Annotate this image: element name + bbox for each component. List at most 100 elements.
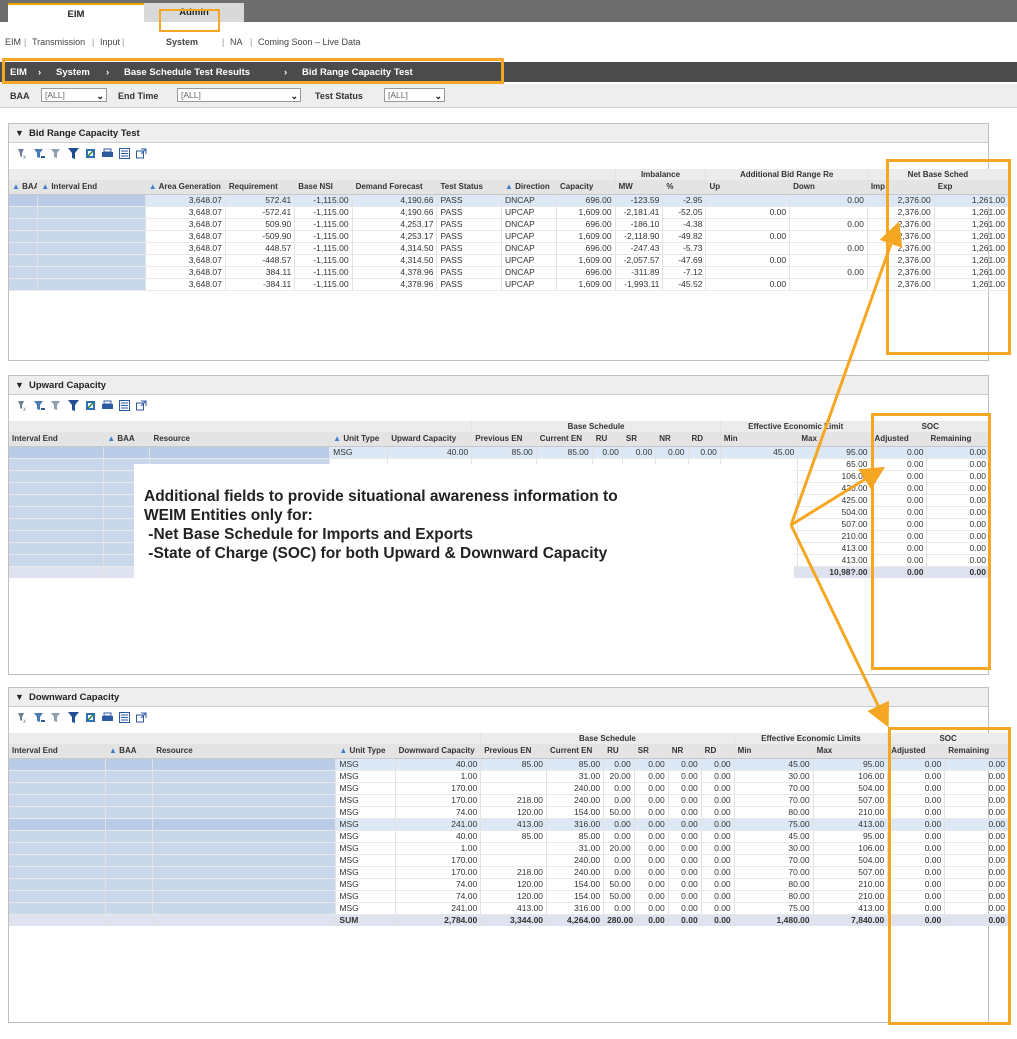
filter-icon[interactable] xyxy=(34,148,45,159)
print-icon[interactable] xyxy=(102,712,113,723)
sort-arrow-icon[interactable]: ▲ xyxy=(149,182,159,191)
print-icon[interactable] xyxy=(102,148,113,159)
print-icon[interactable] xyxy=(102,400,113,411)
column-header-min[interactable]: Min xyxy=(720,432,799,447)
column-header-test-status[interactable]: Test Status xyxy=(436,180,502,195)
column-header-rd[interactable]: RD xyxy=(688,432,721,447)
subnav-input[interactable]: Input xyxy=(100,37,120,47)
table-row[interactable]: 3,648.07 448.57 -1,115.00 4,314.50 PASS DNCAP… xyxy=(9,242,1010,255)
column-header-rd[interactable]: RD xyxy=(701,744,735,759)
filter-icon[interactable] xyxy=(34,712,45,723)
table-row[interactable]: 3,648.07 -509.90 -1,115.00 4,253.17 PASS UPCA… xyxy=(9,230,1010,243)
sort-arrow-icon[interactable]: ▲ xyxy=(12,182,22,191)
column-header-direction[interactable]: ▲ Direction xyxy=(501,180,557,195)
sort-arrow-icon[interactable]: ▲ xyxy=(333,434,343,443)
end-time-filter-select[interactable]: [ALL] ⌄ xyxy=(177,88,301,102)
table-row[interactable]: MSG 74.00 120.00 154.00 50.00 0.00 0.00 0.00 80.… xyxy=(9,890,1009,903)
columns-icon[interactable] xyxy=(119,148,130,159)
column-header-interval-end[interactable]: ▲ Interval End xyxy=(37,180,146,195)
collapse-caret-icon[interactable]: ▼ xyxy=(15,376,24,395)
column-header-previous-en[interactable]: Previous EN xyxy=(480,744,548,759)
column-header-unit-type[interactable]: ▲ Unit Type xyxy=(335,744,396,759)
column-header-current-en[interactable]: Current EN xyxy=(536,432,593,447)
clear-filter-icon[interactable]: x xyxy=(17,712,28,725)
column-header-area-generation[interactable]: ▲ Area Generation xyxy=(145,180,226,195)
column-header--[interactable]: % xyxy=(662,180,707,195)
remove-filter-icon[interactable] xyxy=(51,712,62,723)
column-header-interval-end[interactable]: Interval End xyxy=(9,432,105,447)
clear-filter-icon[interactable]: x xyxy=(17,148,28,161)
subnav-coming-soon[interactable]: Coming Soon – Live Data xyxy=(258,37,361,47)
column-header-ru[interactable]: RU xyxy=(603,744,635,759)
column-header-resource[interactable]: Resource xyxy=(152,744,337,759)
funnel-icon[interactable] xyxy=(68,712,79,723)
bid-range-panel-header[interactable]: ▼ Bid Range Capacity Test xyxy=(9,124,988,143)
table-row[interactable]: 3,648.07 -384.11 -1,115.00 4,378.96 PASS UPCA… xyxy=(9,278,1010,291)
column-header-resource[interactable]: Resource xyxy=(149,432,331,447)
subnav-na[interactable]: NA xyxy=(230,37,243,47)
column-header-upward-capacity[interactable]: Upward Capacity xyxy=(387,432,473,447)
column-header-max[interactable]: Max xyxy=(797,432,872,447)
sort-arrow-icon[interactable]: ▲ xyxy=(107,434,117,443)
table-row[interactable]: MSG 40.00 85.00 85.00 0.00 0.00 0.00 0.00 45.00 9… xyxy=(9,446,990,459)
subnav-eim[interactable]: EIM xyxy=(5,37,21,47)
upward-panel-header[interactable]: ▼ Upward Capacity xyxy=(9,376,988,395)
column-header-mw[interactable]: MW xyxy=(615,180,664,195)
remove-filter-icon[interactable] xyxy=(51,148,62,159)
table-row[interactable]: MSG 170.00 240.00 0.00 0.00 0.00 0.00 70.00 504.… xyxy=(9,854,1009,867)
subnav-system[interactable]: System xyxy=(166,37,198,47)
sort-arrow-icon[interactable]: ▲ xyxy=(339,746,349,755)
clear-filter-icon[interactable]: x xyxy=(17,400,28,413)
table-row[interactable]: 3,648.07 -448.57 -1,115.00 4,314.50 PASS UPCA… xyxy=(9,254,1010,267)
table-row[interactable]: 3,648.07 -572.41 -1,115.00 4,190.66 PASS UPCA… xyxy=(9,206,1010,219)
sort-arrow-icon[interactable]: ▲ xyxy=(505,182,515,191)
table-row[interactable]: 3,648.07 384.11 -1,115.00 4,378.96 PASS DNCAP… xyxy=(9,266,1010,279)
column-header-ru[interactable]: RU xyxy=(592,432,623,447)
column-header-capacity[interactable]: Capacity xyxy=(556,180,616,195)
table-row[interactable]: MSG 170.00 240.00 0.00 0.00 0.00 0.00 70.00 504.… xyxy=(9,782,1009,795)
downward-panel-header[interactable]: ▼ Downward Capacity xyxy=(9,688,988,707)
table-row[interactable]: MSG 170.00 218.00 240.00 0.00 0.00 0.00 0.00 70.… xyxy=(9,866,1009,879)
sort-arrow-icon[interactable]: ▲ xyxy=(109,746,119,755)
table-row[interactable]: MSG 40.00 85.00 85.00 0.00 0.00 0.00 0.00 45.00 9… xyxy=(9,830,1009,843)
table-row[interactable]: MSG 241.00 413.00 316.00 0.00 0.00 0.00 0.00 75.… xyxy=(9,818,1009,831)
filter-icon[interactable] xyxy=(34,400,45,411)
column-header-max[interactable]: Max xyxy=(813,744,889,759)
popout-icon[interactable] xyxy=(136,400,147,411)
tab-eim[interactable]: EIM xyxy=(8,3,144,22)
column-header-base-nsi[interactable]: Base NSI xyxy=(294,180,353,195)
collapse-caret-icon[interactable]: ▼ xyxy=(15,688,24,707)
column-header-interval-end[interactable]: Interval End xyxy=(9,744,107,759)
table-row[interactable]: MSG 170.00 218.00 240.00 0.00 0.00 0.00 0.00 70.… xyxy=(9,794,1009,807)
column-header-down[interactable]: Down xyxy=(789,180,868,195)
column-header-unit-type[interactable]: ▲ Unit Type xyxy=(329,432,389,447)
column-header-baa[interactable]: ▲ BAA xyxy=(103,432,151,447)
funnel-icon[interactable] xyxy=(68,400,79,411)
table-row[interactable]: MSG 241.00 413.00 316.00 0.00 0.00 0.00 0.00 75.… xyxy=(9,902,1009,915)
sort-arrow-icon[interactable]: ▲ xyxy=(41,182,51,191)
column-header-sr[interactable]: SR xyxy=(622,432,657,447)
collapse-caret-icon[interactable]: ▼ xyxy=(15,124,24,143)
export-excel-icon[interactable] xyxy=(85,148,96,159)
column-header-nr[interactable]: NR xyxy=(668,744,702,759)
popout-icon[interactable] xyxy=(136,712,147,723)
column-header-baa[interactable]: ▲ BAA xyxy=(105,744,154,759)
column-header-min[interactable]: Min xyxy=(734,744,814,759)
funnel-icon[interactable] xyxy=(68,148,79,159)
table-row[interactable]: 3,648.07 509.90 -1,115.00 4,253.17 PASS DNCAP… xyxy=(9,218,1010,231)
export-excel-icon[interactable] xyxy=(85,400,96,411)
column-header-baa[interactable]: ▲ BAA xyxy=(9,180,39,195)
table-row[interactable]: MSG 40.00 85.00 85.00 0.00 0.00 0.00 0.00 45.00 9… xyxy=(9,758,1009,771)
columns-icon[interactable] xyxy=(119,712,130,723)
remove-filter-icon[interactable] xyxy=(51,400,62,411)
baa-filter-select[interactable]: [ALL] ⌄ xyxy=(41,88,107,102)
table-row[interactable]: MSG 1.00 31.00 20.00 0.00 0.00 0.00 30.00 106.00… xyxy=(9,842,1009,855)
column-header-downward-capacity[interactable]: Downward Capacity xyxy=(395,744,482,759)
table-row[interactable]: 3,648.07 572.41 -1,115.00 4,190.66 PASS DNCAP… xyxy=(9,194,1010,207)
column-header-sr[interactable]: SR xyxy=(634,744,669,759)
columns-icon[interactable] xyxy=(119,400,130,411)
column-header-demand-forecast[interactable]: Demand Forecast xyxy=(352,180,438,195)
popout-icon[interactable] xyxy=(136,148,147,159)
table-row[interactable]: MSG 74.00 120.00 154.00 50.00 0.00 0.00 0.00 80.… xyxy=(9,806,1009,819)
column-header-nr[interactable]: NR xyxy=(655,432,689,447)
